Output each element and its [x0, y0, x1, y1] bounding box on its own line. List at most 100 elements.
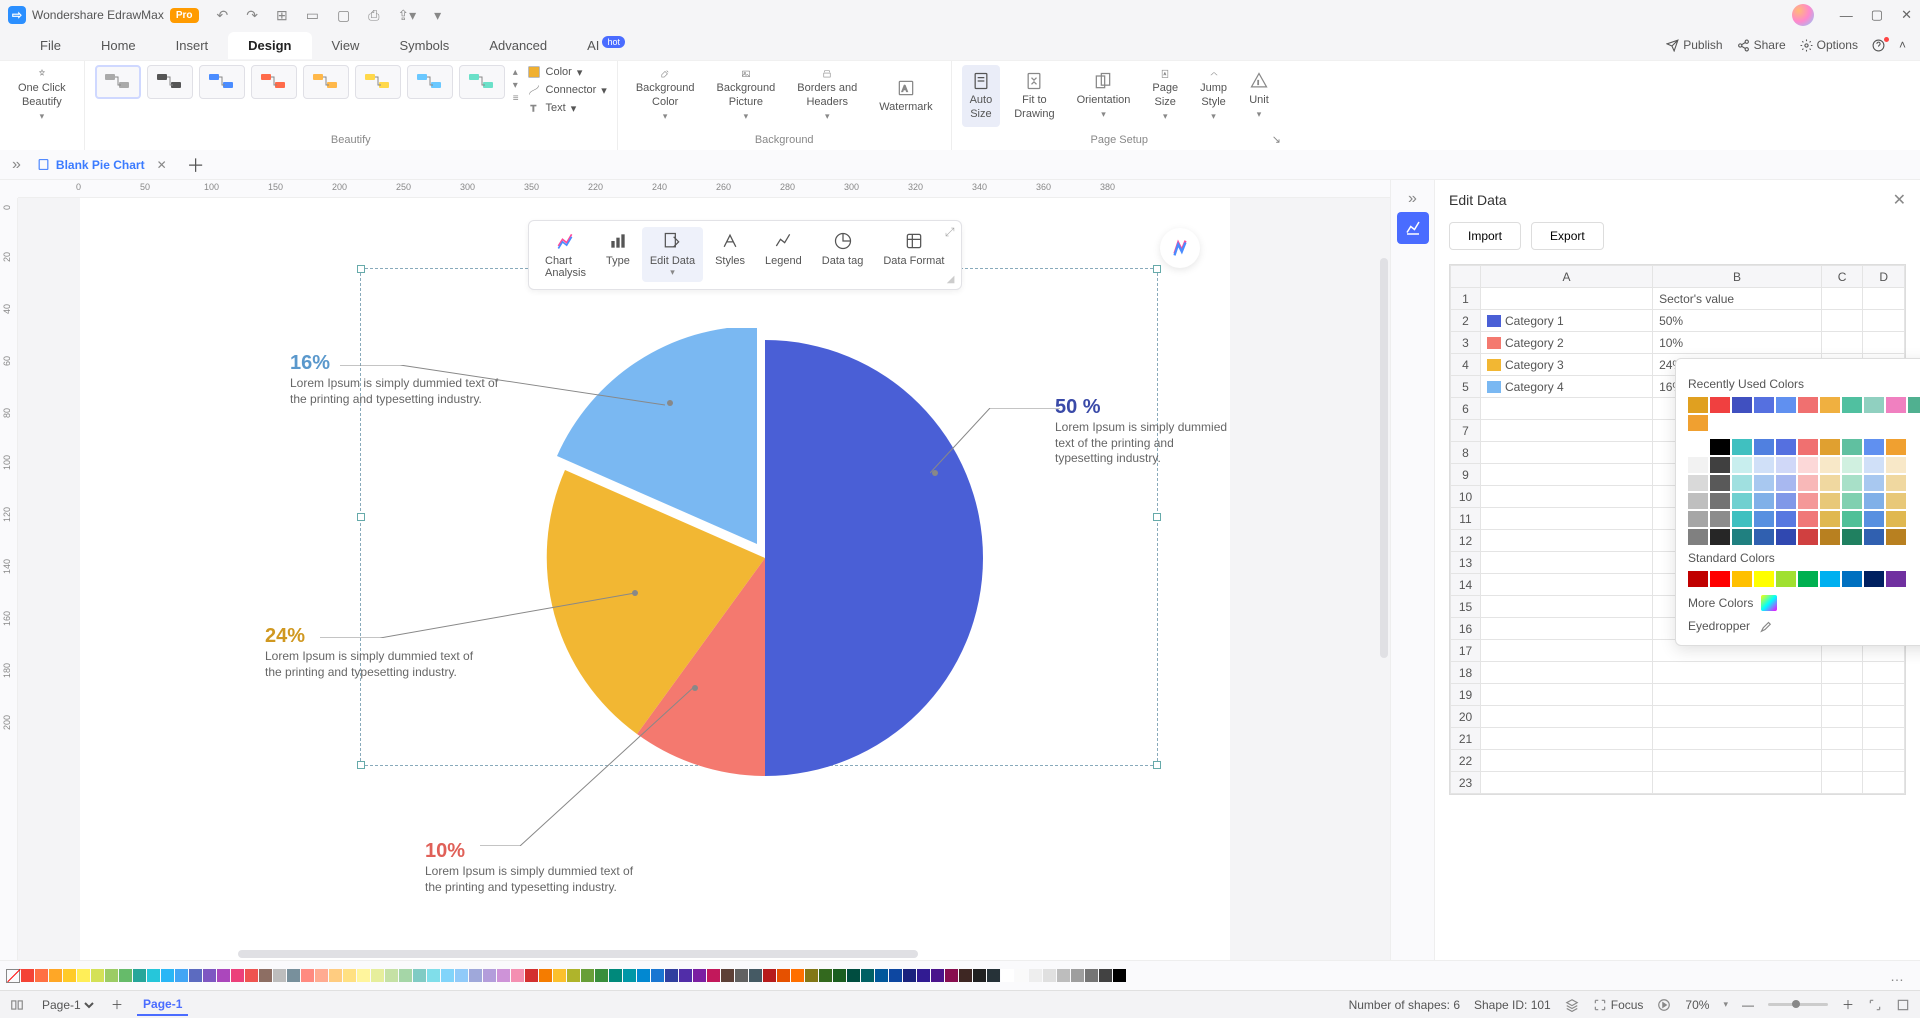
expand-panel-icon[interactable]: » [6, 156, 27, 174]
print-icon[interactable]: ⎙ [368, 7, 379, 24]
quick-color-swatch[interactable] [1071, 969, 1084, 982]
color-swatch[interactable] [1754, 439, 1774, 455]
color-swatch[interactable] [1732, 475, 1752, 491]
chart-edit-data-button[interactable]: Edit Data ▾ [642, 227, 703, 282]
color-swatch[interactable] [1732, 571, 1752, 587]
color-swatch[interactable] [1732, 457, 1752, 473]
row-4[interactable]: 4 [1451, 354, 1481, 376]
quick-color-swatch[interactable] [119, 969, 132, 982]
theme-expand[interactable]: ≡ [513, 93, 519, 104]
color-swatch[interactable] [1842, 397, 1862, 413]
one-click-beautify-button[interactable]: One Click Beautify▾ [10, 65, 74, 127]
quick-color-swatch[interactable] [35, 969, 48, 982]
quick-color-swatch[interactable] [245, 969, 258, 982]
color-swatch[interactable] [1776, 529, 1796, 545]
color-swatch[interactable] [1754, 529, 1774, 545]
auto-size-button[interactable]: Auto Size [962, 65, 1001, 127]
quick-color-swatch[interactable] [483, 969, 496, 982]
text-dropdown[interactable]: TText ▾ [527, 101, 607, 115]
quick-color-swatch[interactable] [1029, 969, 1042, 982]
orientation-button[interactable]: Orientation▾ [1069, 65, 1139, 127]
color-swatch[interactable] [1754, 475, 1774, 491]
publish-button[interactable]: Publish [1666, 38, 1722, 52]
fullscreen-icon[interactable] [1868, 998, 1882, 1012]
row-16[interactable]: 16 [1451, 618, 1481, 640]
color-swatch[interactable] [1688, 493, 1708, 509]
color-swatch[interactable] [1842, 439, 1862, 455]
color-swatch[interactable] [1754, 511, 1774, 527]
row-1[interactable]: 1 [1451, 288, 1481, 310]
quick-color-swatch[interactable] [763, 969, 776, 982]
theme-4[interactable] [251, 65, 297, 99]
quick-color-swatch[interactable] [623, 969, 636, 982]
color-swatch[interactable] [1710, 439, 1730, 455]
watermark-button[interactable]: AWatermark [871, 65, 940, 127]
color-swatch[interactable] [1776, 457, 1796, 473]
unit-button[interactable]: !Unit▾ [1241, 65, 1277, 127]
quick-color-swatch[interactable] [1001, 969, 1014, 982]
quick-color-swatch[interactable] [693, 969, 706, 982]
page-setup-launcher[interactable]: ↘ [1272, 133, 1281, 146]
color-swatch[interactable] [1842, 571, 1862, 587]
color-dropdown[interactable]: Color ▾ [527, 65, 607, 79]
color-swatch[interactable] [1842, 529, 1862, 545]
resize-grip-icon[interactable]: ◢ [947, 274, 955, 285]
theme-2[interactable] [147, 65, 193, 99]
layers-icon[interactable] [1565, 998, 1579, 1012]
quick-color-swatch[interactable] [91, 969, 104, 982]
quick-color-swatch[interactable] [371, 969, 384, 982]
menu-insert[interactable]: Insert [156, 32, 229, 59]
cell-b3[interactable]: 10% [1653, 332, 1822, 354]
theme-scroll-up[interactable]: ▴ [513, 67, 519, 78]
page-size-button[interactable]: APage Size▾ [1144, 65, 1186, 127]
quick-color-swatch[interactable] [161, 969, 174, 982]
zoom-out-button[interactable]: — [1742, 998, 1754, 1012]
horizontal-scrollbar[interactable] [238, 950, 918, 958]
quick-color-swatch[interactable] [441, 969, 454, 982]
quick-color-swatch[interactable] [1085, 969, 1098, 982]
fit-icon[interactable] [1896, 998, 1910, 1012]
quick-color-swatch[interactable] [1099, 969, 1112, 982]
color-swatch[interactable] [1688, 529, 1708, 545]
color-swatch[interactable] [1798, 529, 1818, 545]
quick-color-swatch[interactable] [609, 969, 622, 982]
row-6[interactable]: 6 [1451, 398, 1481, 420]
more-colors-button[interactable]: More Colors [1688, 595, 1920, 611]
color-swatch[interactable] [1732, 439, 1752, 455]
row-17[interactable]: 17 [1451, 640, 1481, 662]
quick-color-swatch[interactable] [987, 969, 1000, 982]
color-swatch[interactable] [1688, 457, 1708, 473]
zoom-in-button[interactable]: ＋ [1842, 996, 1854, 1013]
pages-panel-icon[interactable] [10, 998, 24, 1012]
eyedropper-button[interactable]: Eyedropper [1688, 619, 1920, 633]
resize-handle[interactable] [357, 265, 365, 273]
color-swatch[interactable] [1754, 571, 1774, 587]
color-swatch[interactable] [1864, 439, 1884, 455]
color-swatch[interactable] [1820, 475, 1840, 491]
close-panel-icon[interactable]: ✕ [1893, 190, 1906, 210]
color-swatch[interactable] [1710, 511, 1730, 527]
quick-color-swatch[interactable] [707, 969, 720, 982]
color-swatch[interactable] [1798, 457, 1818, 473]
color-swatch[interactable] [1710, 457, 1730, 473]
quick-color-swatch[interactable] [665, 969, 678, 982]
row-22[interactable]: 22 [1451, 750, 1481, 772]
color-swatch[interactable] [1710, 397, 1730, 413]
color-swatch[interactable] [1908, 397, 1920, 413]
row-7[interactable]: 7 [1451, 420, 1481, 442]
row-8[interactable]: 8 [1451, 442, 1481, 464]
new-icon[interactable]: ⊞ [276, 7, 288, 24]
add-page-button[interactable]: ＋ [111, 996, 123, 1013]
menu-home[interactable]: Home [81, 32, 156, 59]
quick-color-swatch[interactable] [833, 969, 846, 982]
color-swatch[interactable] [1886, 529, 1906, 545]
color-swatch[interactable] [1820, 439, 1840, 455]
quick-color-swatch[interactable] [147, 969, 160, 982]
color-swatch[interactable] [1798, 397, 1818, 413]
quick-color-swatch[interactable] [287, 969, 300, 982]
col-d[interactable]: D [1863, 266, 1905, 288]
quick-color-swatch[interactable] [189, 969, 202, 982]
quick-color-swatch[interactable] [63, 969, 76, 982]
color-swatch[interactable] [1842, 457, 1862, 473]
color-swatch[interactable] [1820, 457, 1840, 473]
